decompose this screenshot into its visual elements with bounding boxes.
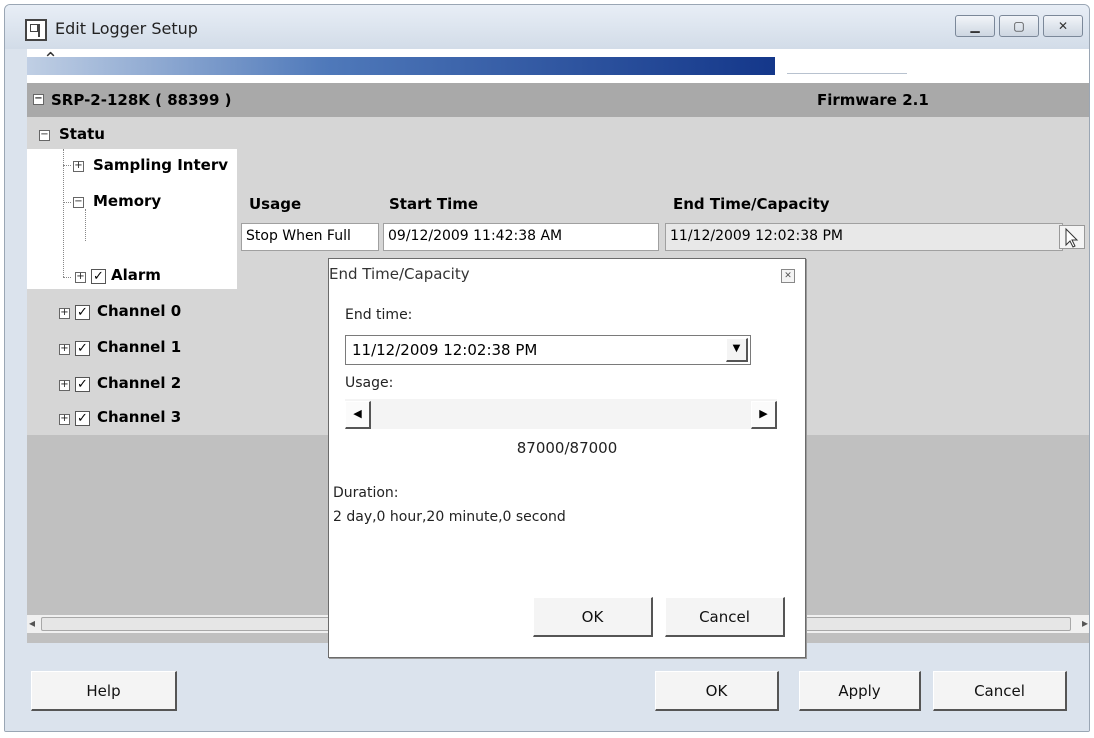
end-time-label: End time: [345,307,413,323]
usage-label: Usage: [345,375,394,391]
expand-channel-2-icon[interactable]: + [59,380,70,391]
device-header-row[interactable]: − SRP-2-128K ( 88399 ) Firmware 2.1 [27,83,1089,117]
collapse-status-icon[interactable]: − [39,130,50,141]
toolbar-strip: ⌃ [27,49,1089,83]
tree-connector [63,149,64,277]
usage-slider[interactable]: ◀ ▶ [345,399,777,429]
back-arrow-icon[interactable]: ⌃ [43,49,58,70]
collapse-device-icon[interactable]: − [33,94,44,105]
scroll-right-icon[interactable]: ▸ [1082,616,1088,630]
footer-button-bar: Help OK Apply Cancel [5,645,1089,731]
cancel-button[interactable]: Cancel [933,671,1067,711]
window-title: Edit Logger Setup [55,19,198,38]
collapse-memory-icon[interactable]: − [73,197,84,208]
expand-alarm-icon[interactable]: + [75,272,86,283]
strip-divider [787,73,907,74]
tree-connector [85,209,86,241]
tree-connector [63,202,71,203]
expand-channel-3-icon[interactable]: + [59,414,70,425]
slider-left-arrow-icon[interactable]: ◀ [345,401,371,429]
tree-item-status[interactable]: Statu [59,125,105,143]
logger-app-icon [25,19,47,41]
tree-item-memory[interactable]: Memory [93,192,161,210]
ok-button[interactable]: OK [655,671,779,711]
tree-item-sampling-interval[interactable]: Sampling Interv [93,156,228,174]
end-time-cell[interactable]: 11/12/2009 12:02:38 PM [665,223,1063,251]
duration-label: Duration: [333,485,399,501]
column-header-usage: Usage [249,195,302,213]
column-header-start-time: Start Time [389,195,479,213]
scroll-left-icon[interactable]: ◂ [29,616,35,630]
close-button[interactable]: ✕ [1043,15,1083,37]
device-name: SRP-2-128K ( 88399 ) [51,91,232,109]
dialog-close-icon[interactable]: ✕ [781,269,795,283]
title-bar[interactable]: Edit Logger Setup ▁ ▢ ✕ [5,5,1089,49]
apply-button[interactable]: Apply [799,671,921,711]
tree-connector [63,165,71,166]
tree-item-channel-3[interactable]: Channel 3 [97,408,181,426]
dialog-cancel-button[interactable]: Cancel [665,597,785,637]
tree-item-channel-1[interactable]: Channel 1 [97,338,181,356]
channel-2-checkbox[interactable]: ✓ [75,377,90,392]
mouse-cursor-icon [1065,227,1079,248]
alarm-checkbox[interactable]: ✓ [91,269,106,284]
expand-channel-1-icon[interactable]: + [59,344,70,355]
channel-1-checkbox[interactable]: ✓ [75,341,90,356]
column-header-end-time: End Time/Capacity [673,195,830,213]
start-time-cell[interactable]: 09/12/2009 11:42:38 AM [383,223,659,251]
channel-3-checkbox[interactable]: ✓ [75,411,90,426]
expand-channel-0-icon[interactable]: + [59,308,70,319]
expand-sampling-icon[interactable]: + [73,161,84,172]
maximize-button[interactable]: ▢ [999,15,1039,37]
tree-connector [63,277,71,278]
minimize-button[interactable]: ▁ [955,15,995,37]
maximize-icon: ▢ [1013,19,1025,33]
firmware-version: Firmware 2.1 [817,91,929,109]
end-time-combo-value: 11/12/2009 12:02:38 PM [352,341,538,359]
duration-value: 2 day,0 hour,20 minute,0 second [333,509,566,525]
header-gradient-band [27,57,775,75]
chevron-down-icon[interactable]: ▼ [726,338,748,362]
end-time-combo[interactable]: 11/12/2009 12:02:38 PM ▼ [345,335,751,365]
end-time-capacity-dialog: End Time/Capacity ✕ End time: 11/12/2009… [328,258,806,658]
end-time-dropdown-button[interactable] [1059,225,1085,249]
usage-cell[interactable]: Stop When Full [241,223,379,251]
dialog-ok-button[interactable]: OK [533,597,653,637]
usage-value: 87000/87000 [516,439,618,457]
dialog-title: End Time/Capacity [329,265,470,283]
tree-item-channel-0[interactable]: Channel 0 [97,302,181,320]
minimize-icon: ▁ [970,19,980,33]
help-button[interactable]: Help [31,671,177,711]
channel-0-checkbox[interactable]: ✓ [75,305,90,320]
close-icon: ✕ [1057,19,1069,33]
tree-item-channel-2[interactable]: Channel 2 [97,374,181,392]
slider-right-arrow-icon[interactable]: ▶ [751,401,777,429]
tree-item-alarm[interactable]: Alarm [111,266,161,284]
window-controls: ▁ ▢ ✕ [955,15,1083,37]
